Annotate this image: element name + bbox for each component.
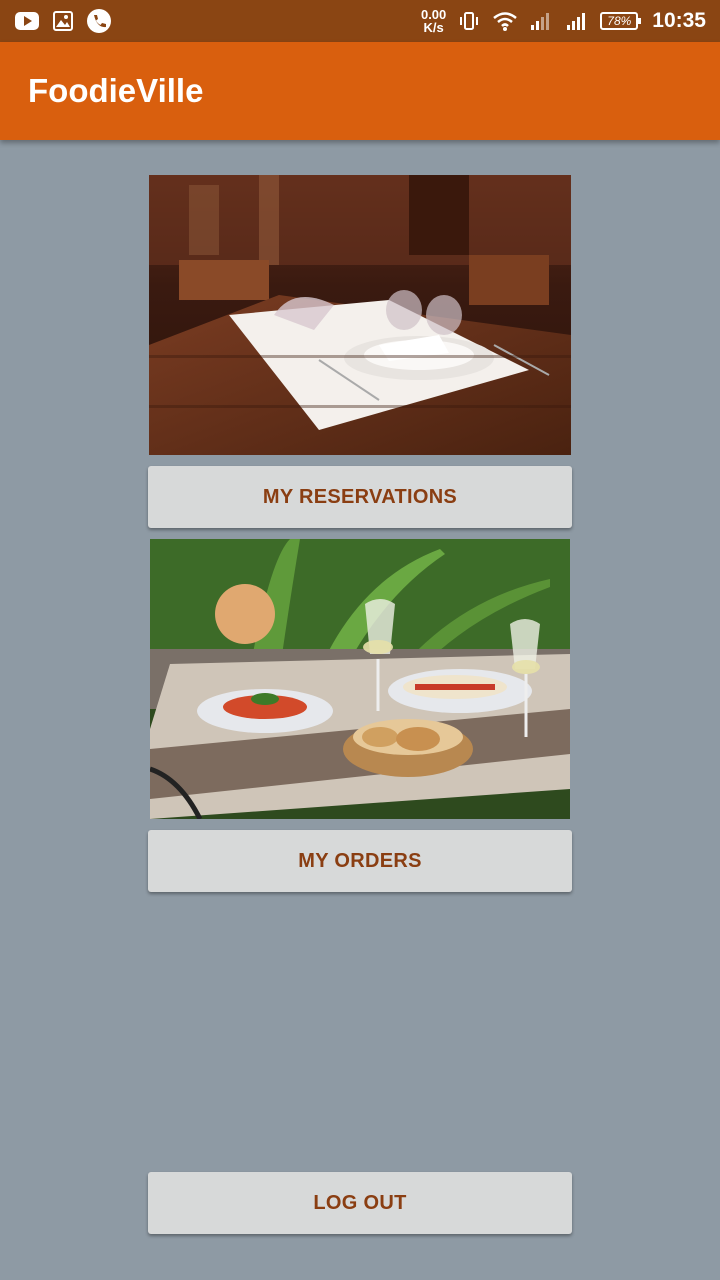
log-out-button[interactable]: LOG OUT [148, 1172, 572, 1234]
vibrate-icon [456, 8, 482, 34]
app-title: FoodieVille [28, 72, 204, 109]
battery-icon: 78% [600, 12, 642, 30]
my-reservations-button[interactable]: MY RESERVATIONS [148, 466, 572, 528]
battery-level: 78% [607, 14, 632, 28]
app-bar: FoodieVille [0, 42, 720, 140]
signal-icon [528, 8, 554, 34]
wifi-icon [492, 8, 518, 34]
status-bar: 0.00 K/s 78% 10:35 [0, 0, 720, 42]
gallery-icon [50, 8, 76, 34]
network-speed-unit: K/s [423, 20, 444, 35]
signal-icon [564, 8, 590, 34]
youtube-icon [14, 8, 40, 34]
system-icons: 0.00 K/s 78% 10:35 [421, 8, 706, 34]
phone-call-icon [86, 8, 112, 34]
network-speed: 0.00 K/s [421, 8, 446, 34]
notification-icons [14, 8, 112, 34]
outdoor-dining-image [150, 539, 570, 819]
restaurant-interior-image [149, 175, 571, 455]
clock: 10:35 [652, 9, 706, 32]
my-orders-button[interactable]: MY ORDERS [148, 830, 572, 892]
